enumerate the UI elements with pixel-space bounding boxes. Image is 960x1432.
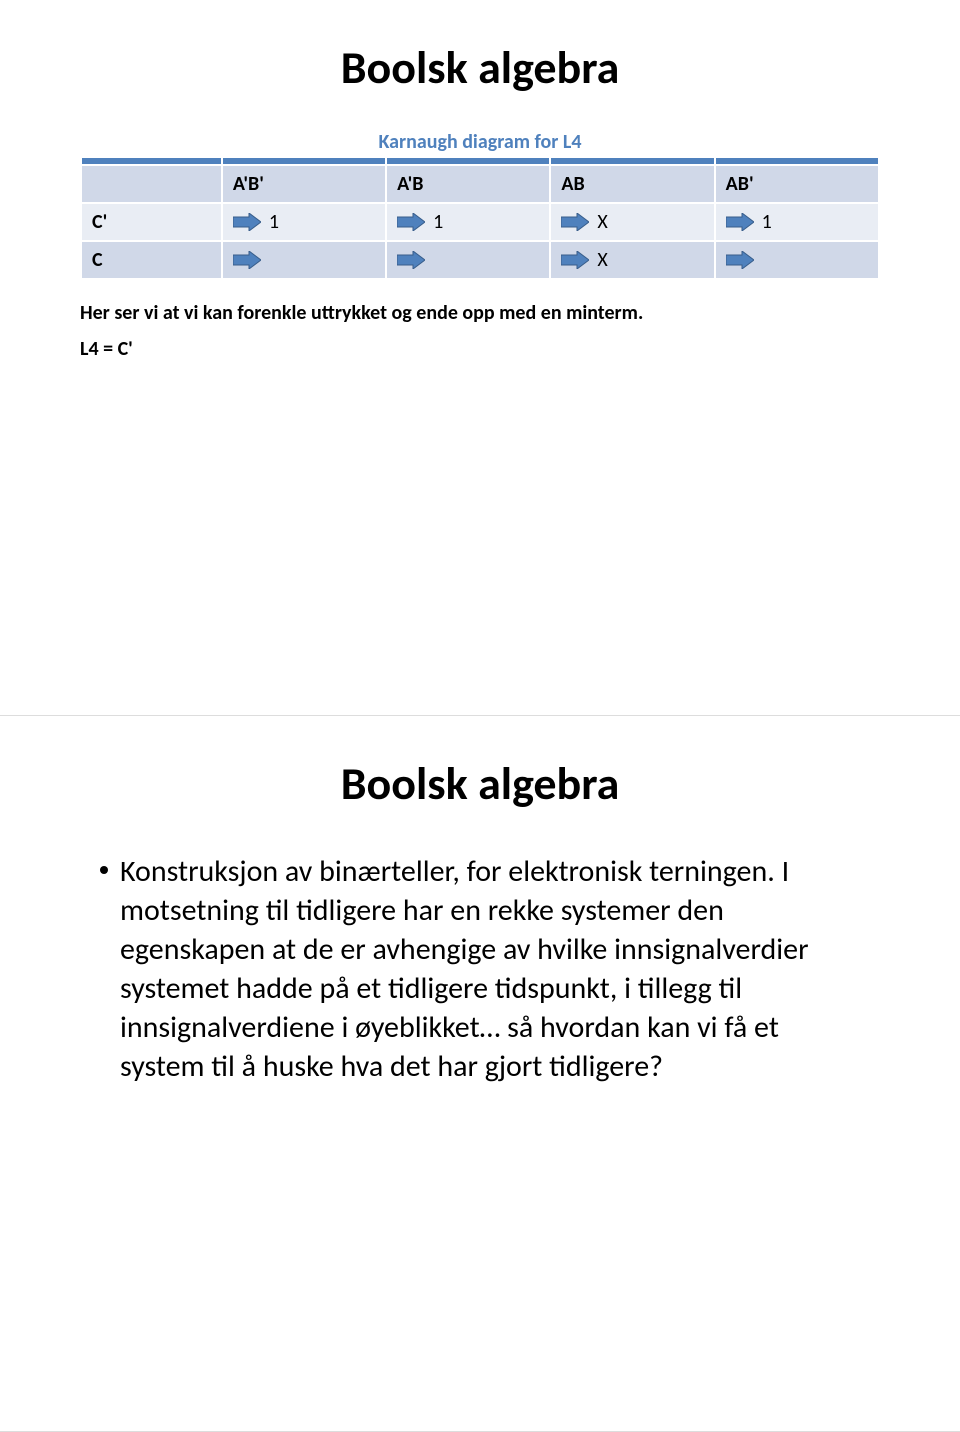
caption-line-2: L4 = C' <box>80 336 880 362</box>
bullet-text: Konstruksjon av binærteller, for elektro… <box>120 852 860 1086</box>
header-cell: A'B <box>386 165 550 203</box>
bullet-list: Konstruksjon av binærteller, for elektro… <box>80 852 880 1086</box>
caption-line-1: Her ser vi at vi kan forenkle uttrykket … <box>80 300 880 326</box>
slide-2: Boolsk algebra Konstruksjon av binærtell… <box>0 716 960 1432</box>
cell-value: 1 <box>762 210 772 234</box>
slide-1: Boolsk algebra Karnaugh diagram for L4 A… <box>0 0 960 716</box>
bullet-item: Konstruksjon av binærteller, for elektro… <box>100 852 860 1086</box>
table-cell <box>386 241 550 279</box>
table-accent-bar <box>81 157 879 165</box>
arrow-right-icon <box>233 251 261 269</box>
header-cell: A'B' <box>222 165 386 203</box>
arrow-right-icon <box>561 251 589 269</box>
arrow-right-icon <box>397 213 425 231</box>
table-cell: 1 <box>222 203 386 241</box>
arrow-right-icon <box>397 251 425 269</box>
arrow-right-icon <box>561 213 589 231</box>
karnaugh-table-container: Karnaugh diagram for L4 A'B' A'B AB AB' … <box>80 126 880 280</box>
table-header-row: A'B' A'B AB AB' <box>81 165 879 203</box>
arrow-right-icon <box>726 213 754 231</box>
bullet-dot-icon <box>100 866 108 874</box>
table-title: Karnaugh diagram for L4 <box>80 126 880 156</box>
header-cell: AB' <box>715 165 879 203</box>
cell-value: 1 <box>433 210 443 234</box>
table-row: C <box>81 241 879 279</box>
slide-title: Boolsk algebra <box>80 40 880 96</box>
table-row: C' 1 1 <box>81 203 879 241</box>
table-cell: X <box>550 203 714 241</box>
row-label: C' <box>81 203 222 241</box>
table-cell <box>715 241 879 279</box>
header-cell: AB <box>550 165 714 203</box>
table-cell <box>222 241 386 279</box>
table-cell: X <box>550 241 714 279</box>
header-cell <box>81 165 222 203</box>
cell-value: X <box>597 210 607 234</box>
arrow-right-icon <box>233 213 261 231</box>
row-label: C <box>81 241 222 279</box>
table-cell: 1 <box>715 203 879 241</box>
slide-title: Boolsk algebra <box>80 756 880 812</box>
cell-value: 1 <box>269 210 279 234</box>
arrow-right-icon <box>726 251 754 269</box>
table-cell: 1 <box>386 203 550 241</box>
cell-value: X <box>597 248 607 272</box>
karnaugh-table: A'B' A'B AB AB' C' 1 <box>80 156 880 280</box>
